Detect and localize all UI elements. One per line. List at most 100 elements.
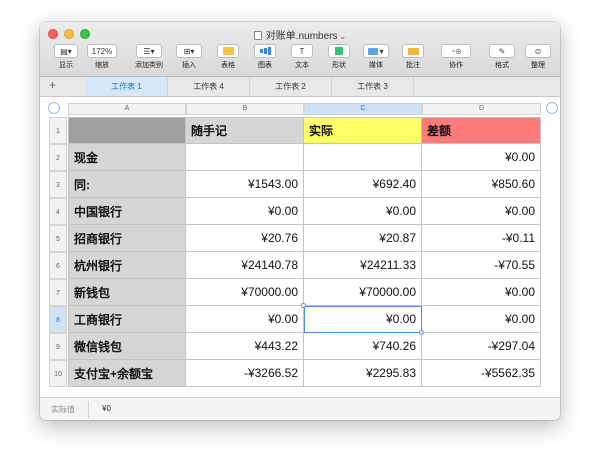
row-label-cell[interactable]: 杭州银行: [68, 252, 186, 279]
row-header[interactable]: 1: [49, 117, 67, 144]
toolbar-item-8[interactable]: ▾ 媒体: [362, 44, 390, 70]
table-cell[interactable]: ¥20.87: [304, 225, 422, 252]
row-header[interactable]: 3: [49, 171, 67, 198]
row-header[interactable]: 4: [49, 198, 67, 225]
comment-icon[interactable]: [402, 44, 424, 58]
table-cell[interactable]: -¥3266.52: [186, 360, 304, 387]
list-icon[interactable]: ☰▾: [136, 44, 162, 58]
table-cell[interactable]: ¥24211.33: [304, 252, 422, 279]
column-header-b[interactable]: B: [186, 103, 304, 115]
header-cell[interactable]: 随手记: [186, 117, 304, 144]
row-header[interactable]: 2: [49, 144, 67, 171]
toolbar-label: 整理: [531, 62, 545, 69]
header-cell[interactable]: 差额: [422, 117, 541, 144]
toolbar-label: 显示: [59, 62, 73, 69]
header-cell[interactable]: [68, 117, 186, 144]
table-cell[interactable]: ¥0.00: [422, 198, 541, 225]
toolbar-label: 形状: [332, 62, 346, 69]
table-cell[interactable]: ¥20.76: [186, 225, 304, 252]
tab-sheet-4[interactable]: 工作表 4: [168, 77, 250, 96]
table-cell[interactable]: ¥0.00: [422, 144, 541, 171]
pause-column-resize-button[interactable]: [546, 102, 558, 114]
table-cell[interactable]: [186, 144, 304, 171]
table-cell[interactable]: ¥70000.00: [186, 279, 304, 306]
row-header[interactable]: 9: [49, 333, 67, 360]
table-cell[interactable]: ¥0.00: [304, 198, 422, 225]
table-cell[interactable]: ¥2295.83: [304, 360, 422, 387]
tab-sheet-1[interactable]: 工作表 1: [86, 77, 168, 96]
table-cell[interactable]: ¥740.26: [304, 333, 422, 360]
add-sheet-button[interactable]: +: [49, 78, 56, 92]
status-divider: [88, 401, 89, 418]
collaborate-icon[interactable]: ◔⊕: [441, 44, 471, 58]
toolbar-item-7[interactable]: 形状: [325, 44, 353, 70]
chart-icon[interactable]: [254, 44, 276, 58]
column-header-a[interactable]: A: [68, 103, 186, 115]
row-header[interactable]: 10: [49, 360, 67, 387]
toolbar-item-4[interactable]: 表格: [214, 44, 242, 70]
toolbar-label: 图表: [258, 62, 272, 69]
sheet-tab-bar: + 工作表 1 工作表 4 工作表 2 工作表 3: [40, 77, 560, 97]
toolbar-item-10[interactable]: ◔⊕ 协作: [441, 44, 471, 70]
zoom-icon[interactable]: 172%: [87, 44, 117, 58]
table-cell[interactable]: ¥0.00: [422, 279, 541, 306]
row-header[interactable]: 6: [49, 252, 67, 279]
row-label-cell[interactable]: 现金: [68, 144, 186, 171]
row-label-cell[interactable]: 中国银行: [68, 198, 186, 225]
table-cell[interactable]: -¥297.04: [422, 333, 541, 360]
table-cell[interactable]: ¥0.00: [186, 198, 304, 225]
row-label-cell[interactable]: 支付宝+余额宝: [68, 360, 186, 387]
table-cell[interactable]: ¥0.00: [422, 306, 541, 333]
table-cell[interactable]: ¥24140.78: [186, 252, 304, 279]
tab-sheet-2[interactable]: 工作表 2: [250, 77, 332, 96]
row-header[interactable]: 7: [49, 279, 67, 306]
row-label-cell[interactable]: 新钱包: [68, 279, 186, 306]
table-cell[interactable]: ¥0.00: [186, 306, 304, 333]
toolbar-item-3[interactable]: ⊞▾ 插入: [175, 44, 203, 70]
row-label-cell[interactable]: 同:: [68, 171, 186, 198]
document-icon: [253, 31, 262, 40]
column-header-d[interactable]: D: [422, 103, 541, 115]
toolbar-item-0[interactable]: ▤▾ 显示: [52, 44, 80, 70]
toolbar-item-12[interactable]: ⊜ 整理: [524, 44, 552, 70]
window-title[interactable]: 对账单.numbers ⌄: [40, 27, 560, 42]
table-cell[interactable]: ¥443.22: [186, 333, 304, 360]
row-label-cell[interactable]: 工商银行: [68, 306, 186, 333]
toolbar-item-9[interactable]: 批注: [399, 44, 427, 70]
toolbar-item-6[interactable]: T 文本: [288, 44, 316, 70]
table-cell[interactable]: -¥0.11: [422, 225, 541, 252]
row-header[interactable]: 5: [49, 225, 67, 252]
table-cell[interactable]: -¥5562.35: [422, 360, 541, 387]
selection-handle[interactable]: [301, 303, 306, 308]
organize-icon[interactable]: ⊜: [525, 44, 551, 58]
table-cell[interactable]: [304, 144, 422, 171]
table-cell[interactable]: ¥0.00: [304, 306, 422, 333]
table-cell[interactable]: ¥1543.00: [186, 171, 304, 198]
table-cell[interactable]: ¥70000.00: [304, 279, 422, 306]
toolbar-item-5[interactable]: 图表: [251, 44, 279, 70]
table-cell[interactable]: ¥850.60: [422, 171, 541, 198]
table-cell[interactable]: -¥70.55: [422, 252, 541, 279]
media-icon[interactable]: ▾: [363, 44, 389, 58]
header-cell[interactable]: 实际: [304, 117, 422, 144]
table-icon[interactable]: [217, 44, 239, 58]
toolbar-label: 表格: [221, 62, 235, 69]
text-icon[interactable]: T: [291, 44, 313, 58]
toolbar-label: 缩放: [95, 62, 109, 69]
table-cell[interactable]: ¥692.40: [304, 171, 422, 198]
toolbar-item-1[interactable]: 172% 缩放: [87, 44, 117, 70]
toolbar-item-2[interactable]: ☰▾ 添加类别: [135, 44, 163, 70]
row-label-cell[interactable]: 微信钱包: [68, 333, 186, 360]
row-header[interactable]: 8: [49, 306, 67, 333]
toolbar-item-11[interactable]: ✎ 格式: [488, 44, 516, 70]
row-label-cell[interactable]: 招商银行: [68, 225, 186, 252]
shape-icon[interactable]: [328, 44, 350, 58]
select-table-button[interactable]: [48, 102, 60, 114]
insert-icon[interactable]: ⊞▾: [176, 44, 202, 58]
sidebar-icon[interactable]: ▤▾: [54, 44, 78, 58]
tab-sheet-3[interactable]: 工作表 3: [332, 77, 414, 96]
format-icon[interactable]: ✎: [489, 44, 515, 58]
column-header-c[interactable]: C: [304, 103, 422, 115]
spreadsheet-canvas[interactable]: A B C D 1 随手记 实际 差额 2 现金 ¥0.00 3 同: ¥1543.00 ¥692.…: [40, 97, 560, 397]
status-value: ¥0: [102, 404, 111, 413]
